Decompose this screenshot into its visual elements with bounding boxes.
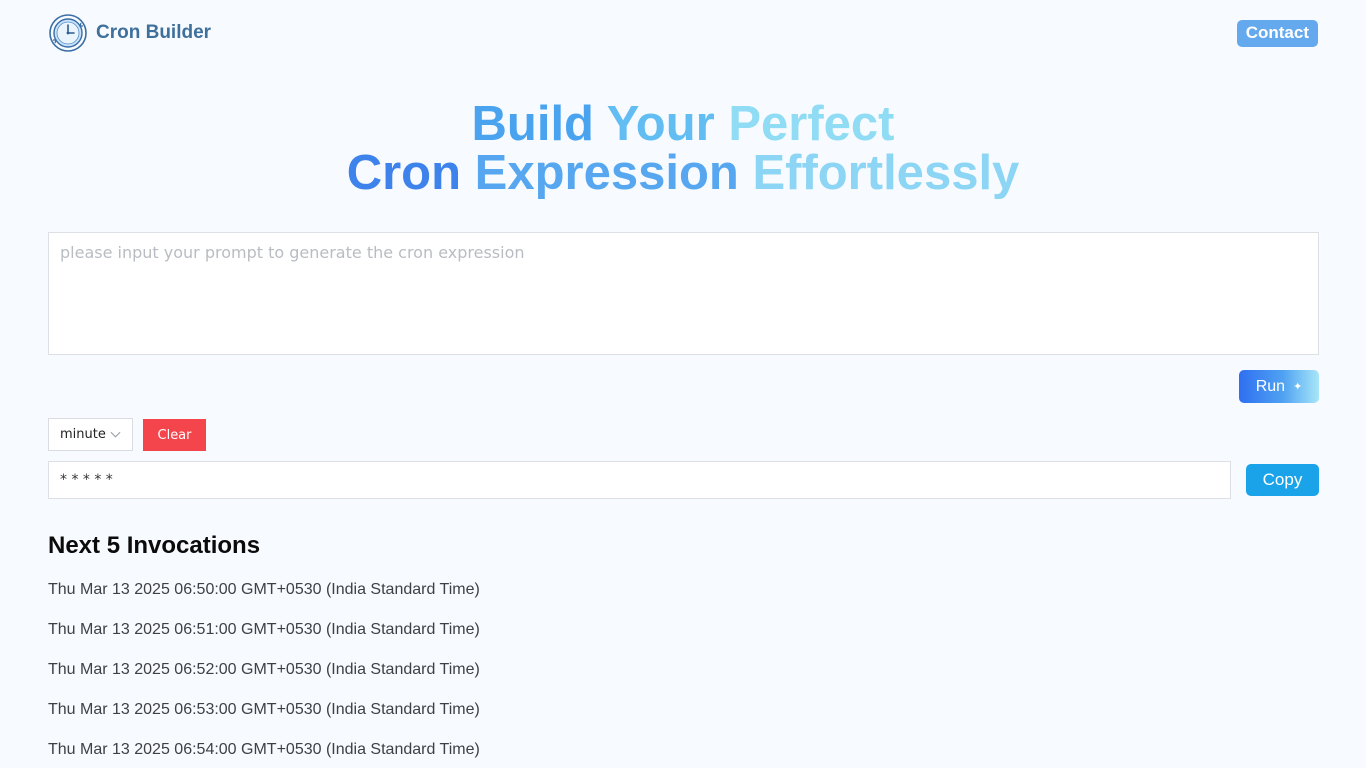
invocation-item: Thu Mar 13 2025 06:52:00 GMT+0530 (India… xyxy=(48,661,480,678)
brand-name: Cron Builder xyxy=(96,22,212,43)
hero-line-1: Build Your Perfect xyxy=(0,100,1366,149)
run-button[interactable]: Run ✦ xyxy=(1239,370,1319,403)
top-nav: Cron Builder Contact xyxy=(48,12,1318,54)
hero-word: Your xyxy=(606,97,715,151)
hero-word: Build xyxy=(471,97,594,151)
hero-word: Perfect xyxy=(728,97,895,151)
run-button-label: Run xyxy=(1255,377,1286,395)
page: Cron Builder Contact Build Your Perfect … xyxy=(0,0,1366,768)
hero-word: Cron xyxy=(346,146,462,200)
copy-button[interactable]: Copy xyxy=(1246,464,1319,496)
hero-line-2: Cron Expression Effortlessly xyxy=(0,149,1366,198)
contact-button[interactable]: Contact xyxy=(1236,19,1318,47)
invocations-list: Thu Mar 13 2025 06:50:00 GMT+0530 (India… xyxy=(48,580,480,768)
sparkle-icon: ✦ xyxy=(1293,381,1303,393)
hero-word: Expression xyxy=(474,146,739,200)
clear-button[interactable]: Clear xyxy=(143,419,206,451)
hero-heading: Build Your Perfect Cron Expression Effor… xyxy=(0,100,1366,198)
chevron-down-icon xyxy=(110,431,121,438)
cron-expression-field[interactable] xyxy=(48,461,1231,499)
invocation-item: Thu Mar 13 2025 06:50:00 GMT+0530 (India… xyxy=(48,581,480,598)
hero-word: Effortlessly xyxy=(752,146,1020,200)
invocation-item: Thu Mar 13 2025 06:53:00 GMT+0530 (India… xyxy=(48,701,480,718)
prompt-input[interactable] xyxy=(48,232,1319,355)
invocations-heading: Next 5 Invocations xyxy=(48,532,261,559)
unit-select[interactable]: minute xyxy=(48,418,133,451)
unit-select-value: minute xyxy=(60,427,106,442)
clock-icon xyxy=(49,14,87,52)
invocation-item: Thu Mar 13 2025 06:54:00 GMT+0530 (India… xyxy=(48,741,480,758)
brand[interactable]: Cron Builder xyxy=(48,13,211,53)
invocation-item: Thu Mar 13 2025 06:51:00 GMT+0530 (India… xyxy=(48,621,480,638)
